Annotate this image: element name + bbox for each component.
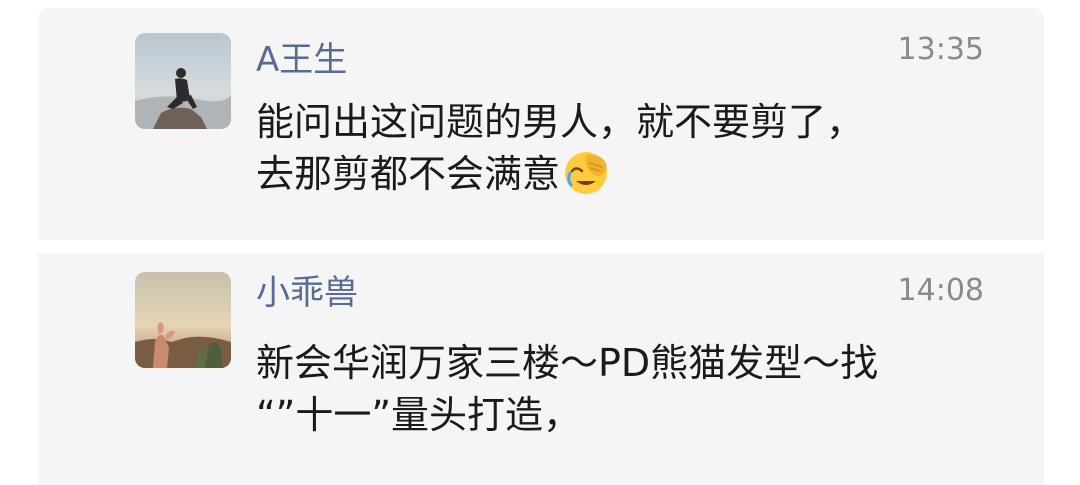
comment-text-line: 去那剪都不会满意 — [256, 148, 1016, 200]
comment-thread: A王生 13:35 能问出这问题的男人，就不要剪了， 去那剪都不会满意 小乖兽 … — [0, 0, 1080, 485]
comment-text-line: “”十一”量头打造， — [256, 393, 582, 437]
comment-text: 能问出这问题的男人，就不要剪了， 去那剪都不会满意 — [256, 96, 1016, 200]
avatar[interactable] — [135, 33, 231, 129]
comment-text-line: 新会华润万家三楼～PD熊猫发型～找 — [256, 341, 879, 385]
comment-item[interactable]: A王生 13:35 能问出这问题的男人，就不要剪了， 去那剪都不会满意 — [38, 8, 1044, 240]
comment-timestamp: 13:35 — [897, 32, 984, 67]
comment-timestamp: 14:08 — [897, 273, 984, 308]
comment-author[interactable]: 小乖兽 — [256, 273, 358, 313]
comment-text: 新会华润万家三楼～PD熊猫发型～找 “”十一”量头打造， — [256, 337, 1016, 441]
comment-text-line: 能问出这问题的男人，就不要剪了， — [256, 100, 865, 144]
avatar[interactable] — [135, 272, 231, 368]
comment-text-segment: 去那剪都不会满意 — [256, 152, 561, 196]
facepalm-laughing-emoji-icon — [562, 149, 610, 197]
comment-item[interactable]: 小乖兽 14:08 新会华润万家三楼～PD熊猫发型～找 “”十一”量头打造， — [38, 253, 1044, 485]
comment-author[interactable]: A王生 — [256, 40, 347, 80]
